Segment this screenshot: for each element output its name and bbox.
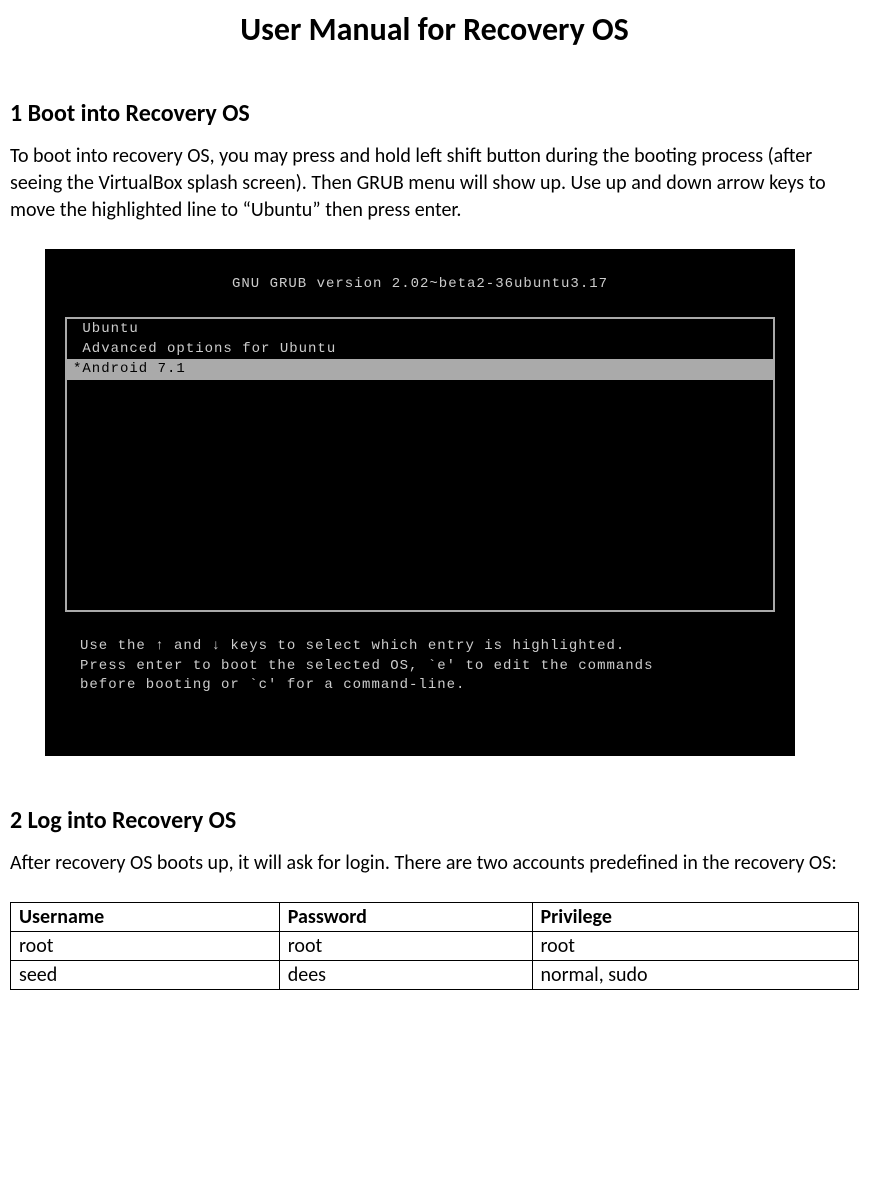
grub-screenshot: GNU GRUB version 2.02~beta2-36ubuntu3.17… xyxy=(45,249,795,756)
page-title: User Manual for Recovery OS xyxy=(10,10,859,49)
grub-header: GNU GRUB version 2.02~beta2-36ubuntu3.17 xyxy=(60,276,780,292)
col-header-username: Username xyxy=(11,902,280,931)
grub-footer: Use the ↑ and ↓ keys to select which ent… xyxy=(80,637,760,696)
col-header-privilege: Privilege xyxy=(532,902,858,931)
section-1-heading: 1 Boot into Recovery OS xyxy=(10,99,859,128)
table-header-row: Username Password Privilege xyxy=(11,902,859,931)
grub-entry-advanced: Advanced options for Ubuntu xyxy=(67,339,773,359)
grub-menu: Ubuntu Advanced options for Ubuntu *Andr… xyxy=(65,317,775,612)
section-2-text: After recovery OS boots up, it will ask … xyxy=(10,850,859,877)
section-1-text: To boot into recovery OS, you may press … xyxy=(10,143,859,224)
cell-privilege: root xyxy=(532,931,858,960)
col-header-password: Password xyxy=(279,902,532,931)
grub-entry-android: *Android 7.1 xyxy=(67,359,773,379)
cell-password: dees xyxy=(279,960,532,989)
cell-username: root xyxy=(11,931,280,960)
cell-password: root xyxy=(279,931,532,960)
table-row: root root root xyxy=(11,931,859,960)
cell-privilege: normal, sudo xyxy=(532,960,858,989)
cell-username: seed xyxy=(11,960,280,989)
accounts-table: Username Password Privilege root root ro… xyxy=(10,902,859,990)
table-row: seed dees normal, sudo xyxy=(11,960,859,989)
grub-entry-ubuntu: Ubuntu xyxy=(67,319,773,339)
section-2-heading: 2 Log into Recovery OS xyxy=(10,806,859,835)
